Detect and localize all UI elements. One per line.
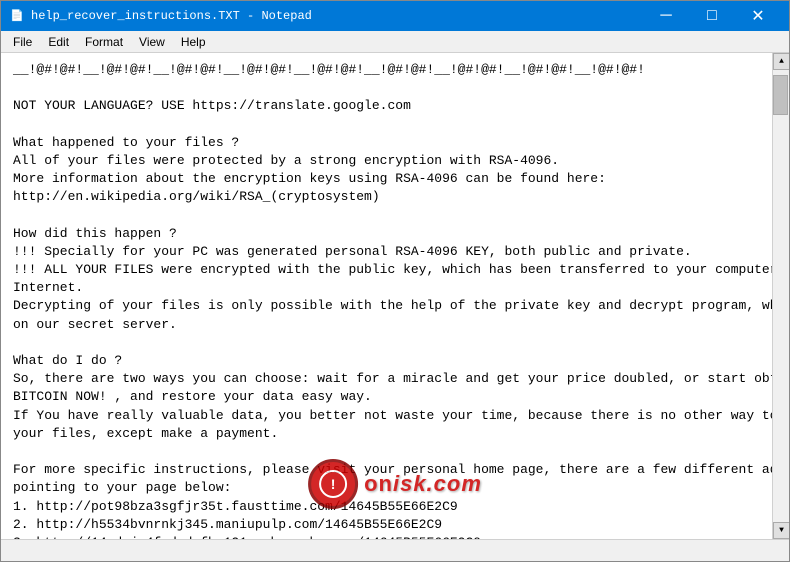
scroll-down-button[interactable]: ▼: [773, 522, 789, 539]
scroll-up-button[interactable]: ▲: [773, 53, 789, 70]
scrollbar-track-area[interactable]: [773, 70, 789, 522]
status-bar: [1, 539, 789, 561]
window-title: help_recover_instructions.TXT - Notepad: [31, 9, 312, 23]
menu-format[interactable]: Format: [77, 33, 131, 51]
scrollbar[interactable]: ▲ ▼: [772, 53, 789, 539]
title-bar: 📄 help_recover_instructions.TXT - Notepa…: [1, 1, 789, 31]
menu-bar: File Edit Format View Help: [1, 31, 789, 53]
menu-edit[interactable]: Edit: [40, 33, 77, 51]
menu-help[interactable]: Help: [173, 33, 214, 51]
maximize-button[interactable]: □: [689, 1, 735, 31]
notepad-icon: 📄: [9, 8, 25, 24]
text-editor[interactable]: __!@#!@#!__!@#!@#!__!@#!@#!__!@#!@#!__!@…: [1, 53, 772, 539]
minimize-button[interactable]: ─: [643, 1, 689, 31]
notepad-window: 📄 help_recover_instructions.TXT - Notepa…: [0, 0, 790, 562]
content-area: __!@#!@#!__!@#!@#!__!@#!@#!__!@#!@#!__!@…: [1, 53, 789, 539]
title-bar-left: 📄 help_recover_instructions.TXT - Notepa…: [9, 8, 312, 24]
menu-file[interactable]: File: [5, 33, 40, 51]
scrollbar-thumb[interactable]: [773, 75, 788, 115]
menu-view[interactable]: View: [131, 33, 173, 51]
window-controls: ─ □ ✕: [643, 1, 781, 31]
close-button[interactable]: ✕: [735, 1, 781, 31]
